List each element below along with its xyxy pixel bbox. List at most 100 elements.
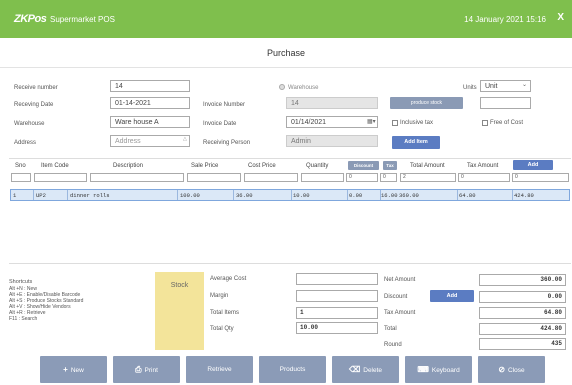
- close-window-button[interactable]: X: [557, 12, 564, 23]
- cell-cost-price: 36.00: [236, 192, 253, 199]
- discount-field: 0.00: [479, 291, 566, 303]
- cell-sno: 1: [13, 192, 17, 199]
- filter-discount[interactable]: 0: [346, 173, 378, 182]
- warehouse-number-field: 14: [286, 97, 378, 109]
- discount-add-button[interactable]: Add: [430, 290, 474, 302]
- cell-item-code: UP2: [36, 192, 46, 199]
- cell-description: dinner rolls: [70, 192, 110, 199]
- warehouse-radio-label: Warehouse: [288, 85, 319, 91]
- filter-total-amount[interactable]: 2: [400, 173, 456, 182]
- app-logo: ZKPos: [14, 13, 47, 25]
- cell-discount: 0.00: [349, 192, 363, 199]
- shortcuts-panel: Shortcuts Alt +N : New Alt +E : Enable/D…: [9, 270, 154, 322]
- col-header-tax-amount: Tax Amount: [467, 163, 499, 169]
- delete-icon: ⌫: [348, 365, 361, 374]
- col-header-total-amount: Total Amount: [410, 163, 445, 169]
- tax-amount-field: 64.80: [479, 307, 566, 319]
- invoice-date-label: Invoice Date: [203, 121, 237, 127]
- filter-description[interactable]: [90, 173, 184, 182]
- total-items-label: Total Items: [210, 310, 240, 316]
- new-button-label: New: [70, 367, 84, 374]
- col-header-quantity: Quantity: [306, 163, 329, 169]
- net-amount-label: Net Amount: [384, 277, 416, 283]
- receiving-person-input: Admin: [286, 135, 378, 147]
- invoice-number-label: Invoice Number: [203, 102, 246, 108]
- warehouse-input[interactable]: Ware house A: [110, 116, 190, 128]
- margin-field: [296, 290, 378, 302]
- print-button-label: Print: [144, 367, 158, 374]
- print-button[interactable]: ⎙ Print: [113, 356, 180, 383]
- ban-icon: ⊘: [498, 365, 506, 374]
- produce-stock-input[interactable]: [480, 97, 531, 109]
- keyboard-button-label: Keyboard: [431, 367, 460, 374]
- delete-button[interactable]: ⌫ Delete: [332, 356, 399, 383]
- warehouse-radio[interactable]: [279, 84, 285, 90]
- bottom-toolbar: + New ⎙ Print Retrieve Products ⌫ Delete ⌨ K…: [0, 355, 572, 385]
- produce-stock-button[interactable]: produce stock: [390, 97, 463, 109]
- receiving-date-input[interactable]: 01-14-2021: [110, 97, 190, 109]
- keyboard-button[interactable]: ⌨ Keyboard: [405, 356, 472, 383]
- shortcut-item: F11 : Search: [9, 316, 38, 322]
- add-item-button[interactable]: Add Item: [392, 136, 440, 149]
- new-button[interactable]: + New: [40, 356, 107, 383]
- warehouse-label: Warehouse: [14, 121, 45, 127]
- close-button-label: Close: [508, 367, 525, 374]
- filter-sale-price[interactable]: [187, 173, 241, 182]
- delete-button-label: Delete: [363, 367, 383, 374]
- plus-icon: +: [63, 365, 68, 374]
- cell-amount: 424.80: [514, 192, 534, 199]
- col-header-item-code: Item Code: [41, 163, 69, 169]
- stock-panel: Stock: [155, 272, 204, 350]
- discount-header-button[interactable]: Discount: [348, 161, 379, 170]
- total-qty-label: Total Qty: [210, 326, 234, 332]
- inclusive-tax-label: Inclusive tax: [400, 120, 434, 126]
- total-label: Total: [384, 326, 397, 332]
- filter-cost-price[interactable]: [244, 173, 298, 182]
- filter-tax-amount[interactable]: 0: [458, 173, 510, 182]
- add-row-button[interactable]: Add: [513, 160, 553, 170]
- table-row[interactable]: 1 UP2 dinner rolls 100.00 36.00 10.00 0.…: [10, 189, 570, 201]
- calendar-icon[interactable]: ▦▾: [367, 118, 376, 125]
- total-field: 424.80: [479, 323, 566, 335]
- keyboard-icon: ⌨: [417, 365, 429, 374]
- free-of-cost-checkbox[interactable]: [482, 120, 488, 126]
- margin-label: Margin: [210, 293, 229, 299]
- filter-item-code[interactable]: [34, 173, 87, 182]
- average-cost-label: Average Cost: [210, 276, 247, 282]
- close-button[interactable]: ⊘ Close: [478, 356, 545, 383]
- filter-tax[interactable]: 0: [380, 173, 397, 182]
- app-title: Supermarket POS: [50, 15, 115, 24]
- receive-number-input[interactable]: 14: [110, 80, 190, 92]
- filter-sno[interactable]: [11, 173, 31, 182]
- address-label: Address: [14, 140, 37, 146]
- address-input[interactable]: Address: [110, 135, 190, 147]
- invoice-date-input[interactable]: 01/14/2021: [286, 116, 378, 128]
- cell-tax: 16.00: [381, 192, 398, 199]
- filter-amount[interactable]: 0: [512, 173, 569, 182]
- tax-header-button[interactable]: Tax: [383, 161, 397, 170]
- datetime-display: 14 January 2021 15:16: [464, 15, 546, 24]
- chevron-down-icon: ⌄: [522, 82, 528, 88]
- filter-quantity[interactable]: [301, 173, 344, 182]
- total-qty-field: 10.00: [296, 322, 378, 334]
- col-header-description: Description: [113, 163, 144, 169]
- page-title: Purchase: [0, 38, 572, 68]
- receive-number-label: Receive number: [14, 85, 58, 91]
- units-label: Units: [463, 85, 477, 91]
- col-header-sale-price: Sale Price: [191, 163, 219, 169]
- round-label: Round: [384, 342, 402, 348]
- cell-quantity: 10.00: [293, 192, 310, 199]
- inclusive-tax-checkbox[interactable]: [392, 120, 398, 126]
- shortcuts-title: Shortcuts: [9, 279, 33, 285]
- cell-total-amount: 360.00: [399, 192, 419, 199]
- address-scroll-icon: △: [183, 136, 187, 142]
- total-items-field: 1: [296, 307, 378, 319]
- products-button[interactable]: Products: [259, 356, 326, 383]
- retrieve-button[interactable]: Retrieve: [186, 356, 253, 383]
- discount-label: Discount: [384, 294, 408, 300]
- cell-sale-price: 100.00: [180, 192, 200, 199]
- print-icon: ⎙: [135, 365, 142, 374]
- tax-amount-label: Tax Amount: [384, 310, 416, 316]
- round-field: 435: [479, 338, 566, 350]
- col-header-sno: Sno: [15, 163, 26, 169]
